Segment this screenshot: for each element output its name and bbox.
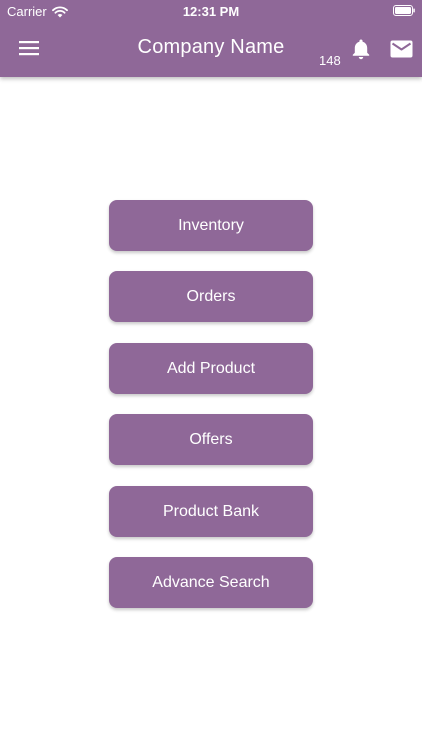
add-product-button[interactable]: Add Product — [109, 342, 313, 394]
inventory-button[interactable]: Inventory — [109, 200, 313, 251]
status-bar: Carrier 12:31 PM — [0, 0, 422, 22]
mail-icon[interactable] — [390, 40, 413, 58]
notification-count: 148 — [319, 53, 341, 68]
navigation-bar: Company Name 148 — [0, 22, 422, 77]
offers-button[interactable]: Offers — [109, 414, 313, 466]
product-bank-button[interactable]: Product Bank — [109, 485, 313, 537]
top-bar: Carrier 12:31 PM Company Name 148 — [0, 0, 422, 77]
orders-button[interactable]: Orders — [109, 271, 313, 323]
main-menu: Inventory Orders Add Product Offers Prod… — [109, 200, 313, 628]
battery-icon — [393, 5, 415, 16]
status-time: 12:31 PM — [182, 4, 240, 19]
advance-search-button[interactable]: Advance Search — [109, 556, 313, 608]
bell-icon[interactable] — [351, 38, 371, 60]
